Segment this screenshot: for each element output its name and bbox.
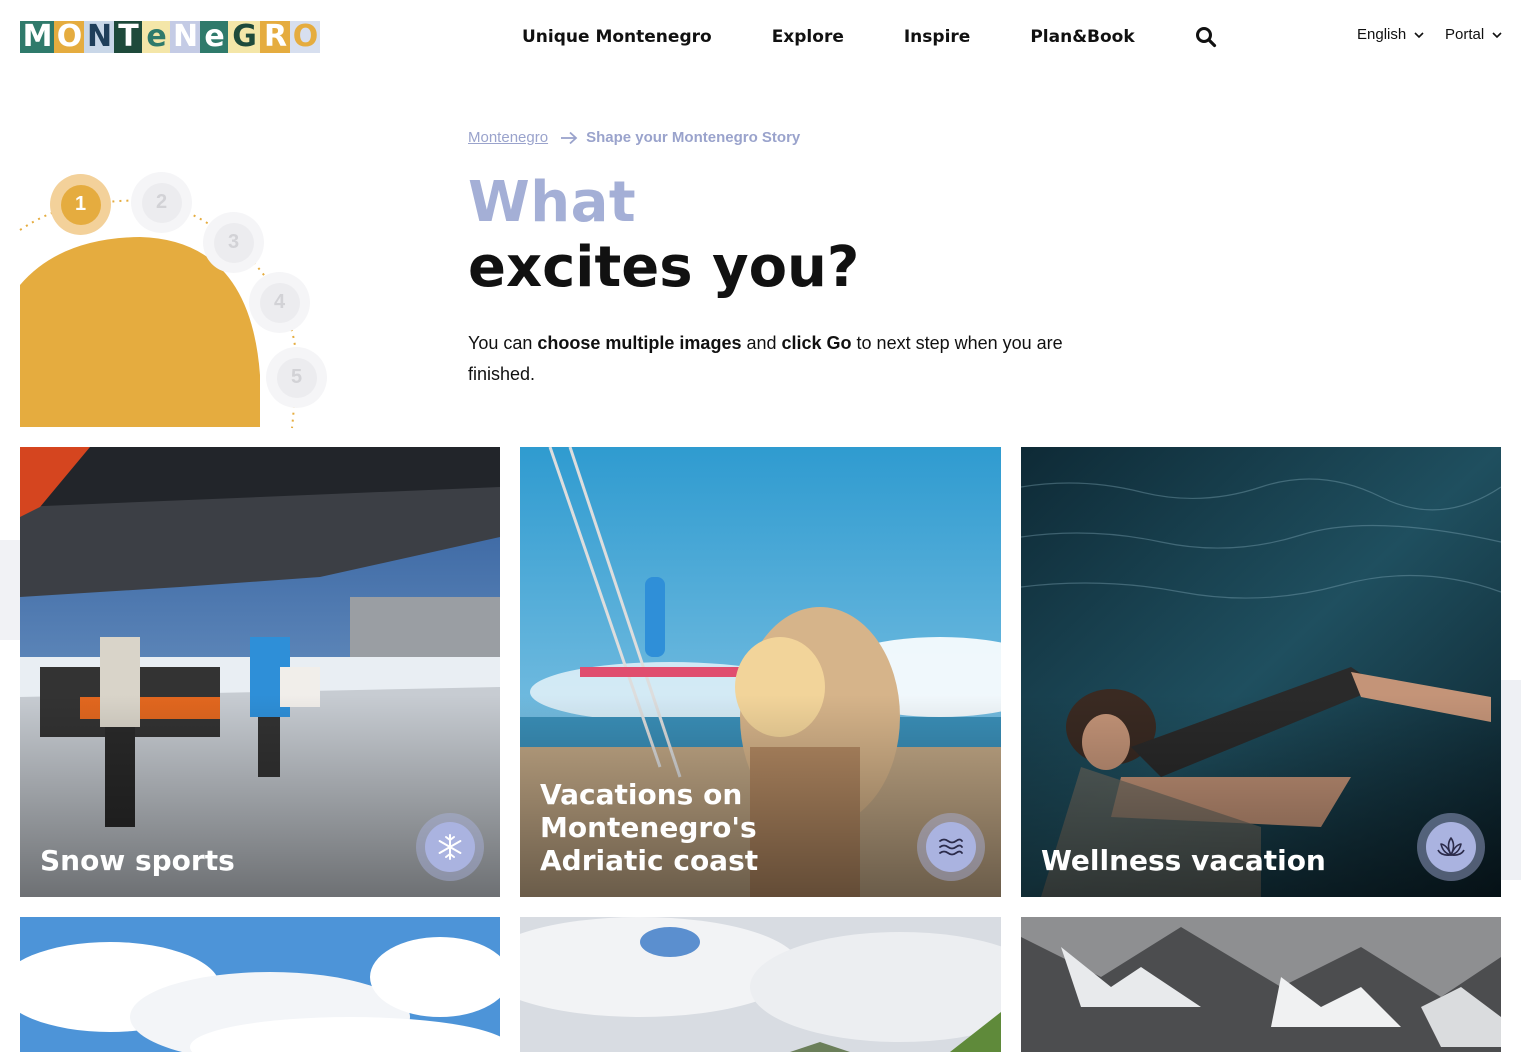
main-nav: Unique Montenegro Explore Inspire Plan&B… [522, 24, 1217, 50]
snowflake-icon [438, 834, 462, 860]
step-2-number: 2 [141, 182, 182, 223]
logo-letter: N [84, 21, 114, 53]
card-wellness-vacation[interactable]: Wellness vacation [1021, 447, 1501, 897]
card-mountain-clouds[interactable] [20, 917, 500, 1052]
logo-letter: O [290, 21, 320, 53]
card-label: Vacations on Montenegro's Adriatic coast [540, 778, 759, 877]
step-1: 1 [50, 174, 111, 235]
background-shape [0, 540, 20, 640]
logo-letter: G [228, 21, 260, 53]
breadcrumb-current: Shape your Montenegro Story [586, 129, 801, 146]
card-label: Snow sports [40, 844, 235, 877]
progress-stepper: 1 2 3 4 5 [0, 160, 340, 430]
mountain-clouds-image [20, 917, 500, 1052]
lotus-icon [1437, 837, 1465, 856]
breadcrumb-home-link[interactable]: Montenegro [468, 129, 548, 146]
intro-part: and [741, 333, 782, 353]
step-1-number: 1 [60, 184, 101, 225]
card-snow-sports[interactable]: Snow sports [20, 447, 500, 897]
search-icon[interactable] [1195, 26, 1217, 48]
card-label: Wellness vacation [1041, 844, 1326, 877]
chevron-down-icon [1492, 31, 1502, 38]
intro-bold: click Go [781, 333, 852, 353]
portal-selector[interactable]: Portal [1445, 26, 1502, 43]
waves-icon [939, 838, 963, 856]
card-badge [1417, 813, 1485, 881]
portal-label: Portal [1445, 26, 1485, 43]
step-2: 2 [131, 172, 192, 233]
step-4-number: 4 [259, 282, 300, 323]
arrow-right-icon [561, 131, 578, 144]
language-label: English [1357, 26, 1407, 43]
step-3-number: 3 [213, 222, 254, 263]
nav-plan-book[interactable]: Plan&Book [1030, 27, 1134, 47]
language-selector[interactable]: English [1357, 26, 1424, 43]
logo-letter: M [20, 21, 54, 53]
nav-inspire[interactable]: Inspire [904, 27, 970, 47]
intro-text: You can choose multiple images and click… [468, 328, 1068, 390]
card-badge [416, 813, 484, 881]
card-adriatic-coast[interactable]: Vacations on Montenegro's Adriatic coast [520, 447, 1001, 897]
card-badge [917, 813, 985, 881]
step-3: 3 [203, 212, 264, 273]
green-hills-image [520, 917, 1001, 1052]
logo-letter: T [114, 21, 142, 53]
mountain-peaks-image [1021, 917, 1501, 1052]
nav-unique-montenegro[interactable]: Unique Montenegro [522, 27, 712, 47]
chevron-down-icon [1414, 31, 1424, 38]
step-4: 4 [249, 272, 310, 333]
site-header: M O N T e N e G R O Unique Montenegro Ex… [0, 0, 1521, 76]
card-mountain-peaks[interactable] [1021, 917, 1501, 1052]
logo-letter: e [200, 21, 228, 53]
intro-bold: choose multiple images [537, 333, 742, 353]
logo-letter: e [142, 21, 170, 53]
montenegro-logo[interactable]: M O N T e N e G R O [20, 21, 320, 53]
nav-explore[interactable]: Explore [772, 27, 844, 47]
breadcrumb: Montenegro Shape your Montenegro Story [468, 129, 800, 146]
step-5-number: 5 [276, 357, 317, 398]
intro-part: You can [468, 333, 538, 353]
logo-letter: R [260, 21, 290, 53]
page-title-line-1: What [468, 170, 637, 235]
logo-letter: N [170, 21, 200, 53]
logo-letter: O [54, 21, 84, 53]
step-5: 5 [266, 347, 327, 408]
background-shape [1501, 680, 1521, 880]
page-title-line-2: excites you? [468, 235, 860, 300]
card-green-hills[interactable] [520, 917, 1001, 1052]
